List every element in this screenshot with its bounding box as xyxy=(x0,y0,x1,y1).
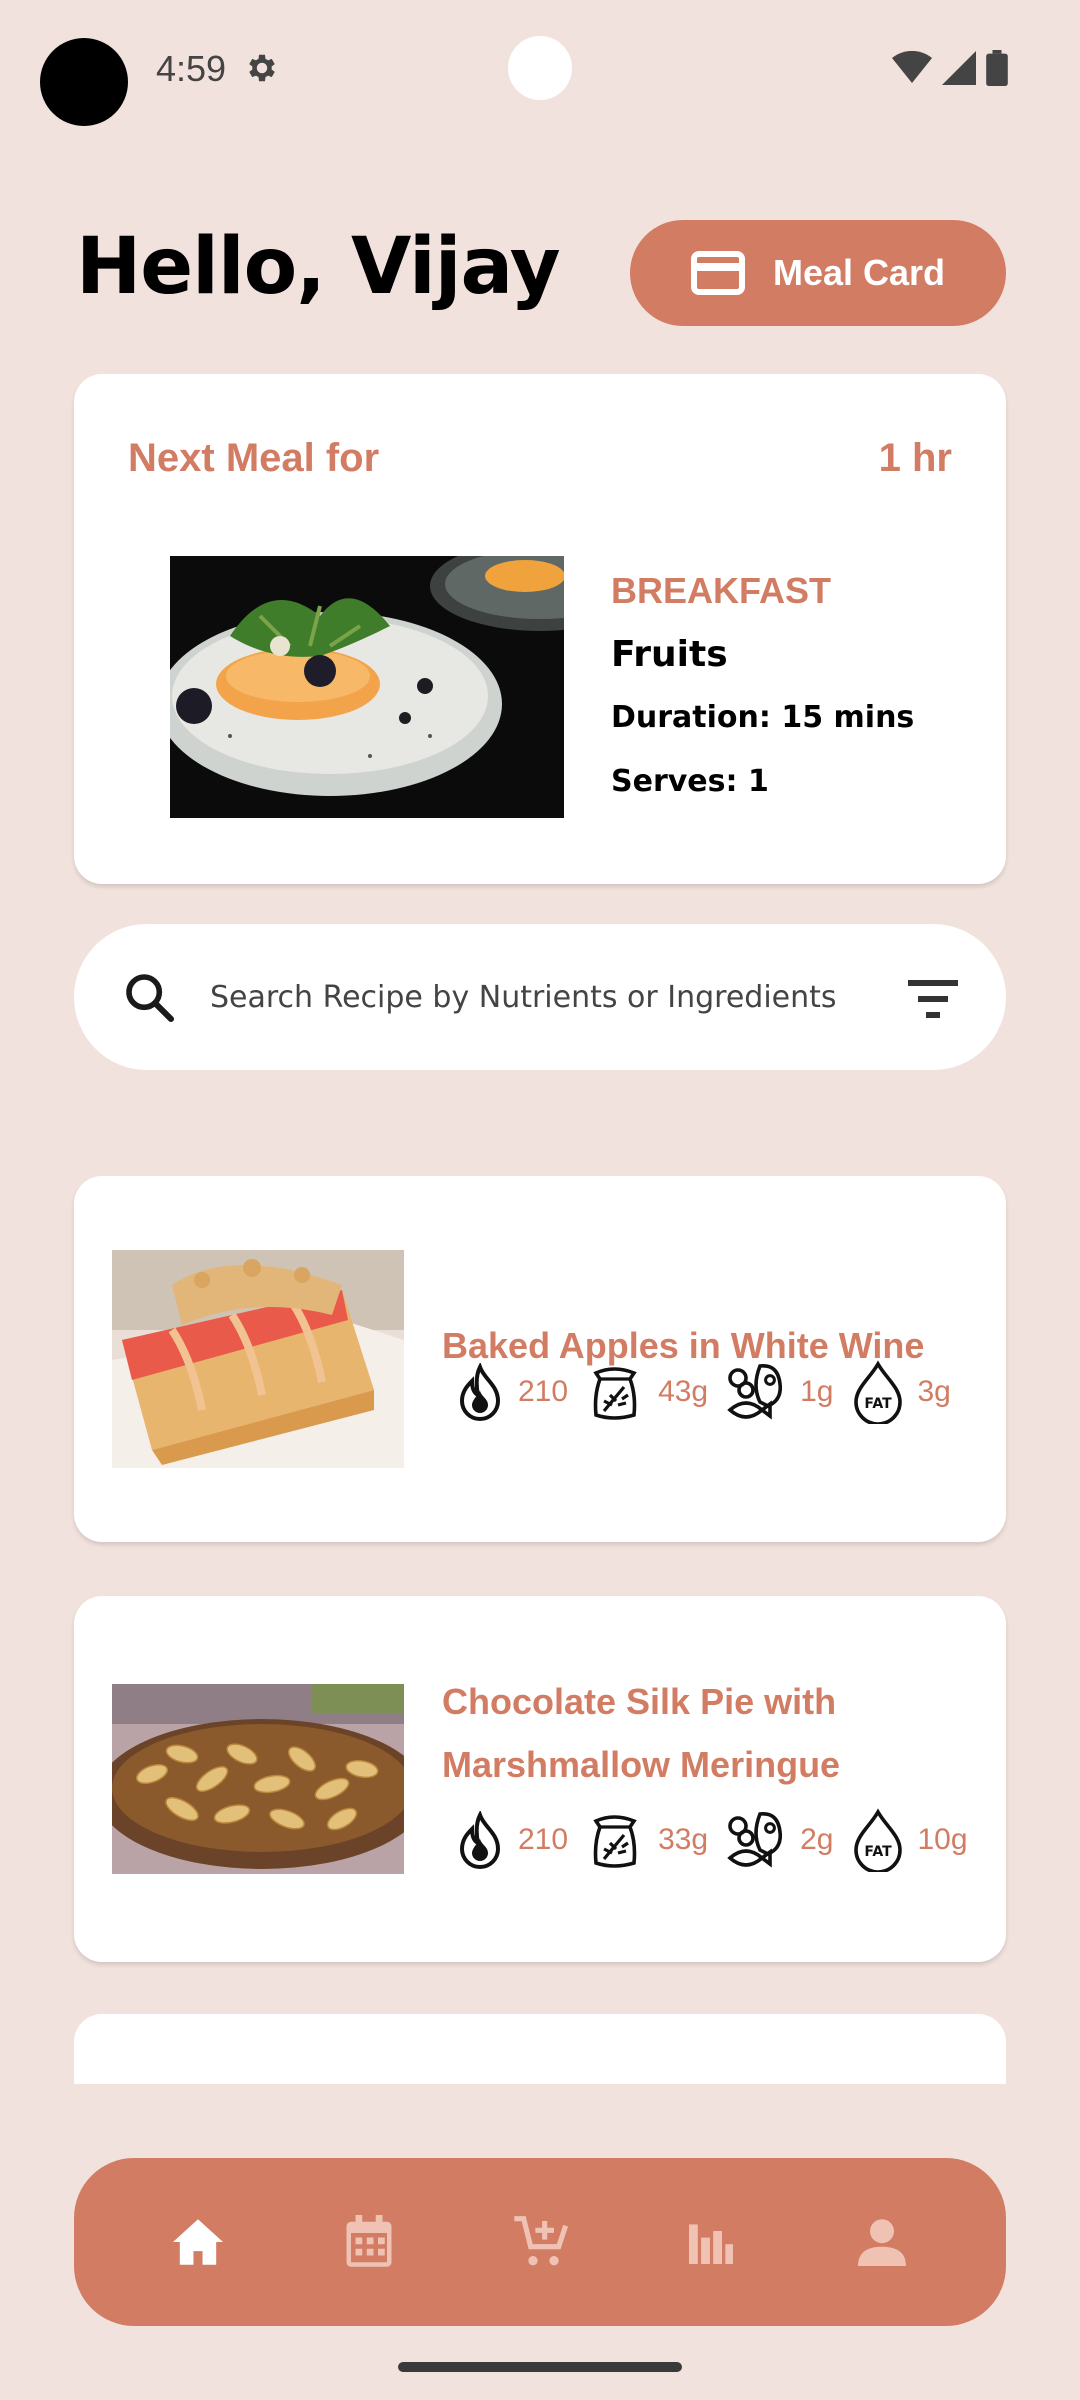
meal-card-label: Meal Card xyxy=(772,252,946,293)
meal-duration: Duration: 15 mins xyxy=(611,700,915,735)
profile-icon xyxy=(858,2219,907,2266)
recipe-photo xyxy=(112,1684,404,1874)
nav-home[interactable] xyxy=(168,2212,228,2272)
svg-text:FAT: FAT xyxy=(864,1396,892,1412)
recipe-image xyxy=(112,1250,404,1468)
carbs-grain-bag-icon xyxy=(593,1815,637,1868)
recipe-title: Chocolate Silk Pie with Marshmallow Meri… xyxy=(442,1681,841,1785)
protein-value: 1g xyxy=(800,1375,834,1408)
wifi-icon xyxy=(892,51,932,83)
meal-image xyxy=(170,556,564,818)
protein-value: 2g xyxy=(800,1823,834,1856)
settings-gear-icon xyxy=(249,54,275,82)
front-camera xyxy=(508,36,572,100)
next-meal-time: 1 hr xyxy=(878,436,952,480)
bottom-navigation xyxy=(74,2158,1006,2326)
protein-icon xyxy=(727,1812,783,1868)
svg-text:FAT: FAT xyxy=(864,1844,892,1860)
calories-flame-icon xyxy=(459,1811,501,1869)
battery-icon xyxy=(986,50,1008,86)
recipe-image xyxy=(112,1684,404,1874)
recipe-card[interactable]: Chocolate Silk Pie with Marshmallow Meri… xyxy=(74,1596,1006,1962)
camera-cutout xyxy=(40,38,128,126)
nav-cart[interactable] xyxy=(510,2212,570,2272)
home-icon xyxy=(172,2219,223,2265)
nutrient-row: 210 43g 1g FAT 3g xyxy=(454,1360,967,1424)
meal-serves: Serves: 1 xyxy=(611,764,769,799)
meal-type: BREAKFAST xyxy=(611,570,832,611)
nav-stats[interactable] xyxy=(681,2212,741,2272)
stats-icon xyxy=(689,2224,734,2264)
recipe-card[interactable]: Baked Apples in White Wine 210 43g 1g FA… xyxy=(74,1176,1006,1542)
cart-add-icon xyxy=(514,2216,568,2266)
status-time: 4:59 xyxy=(156,48,227,89)
fat-drop-icon: FAT xyxy=(853,1808,902,1872)
system-icons xyxy=(892,50,1008,86)
carbs-value: 33g xyxy=(658,1823,709,1856)
nav-profile[interactable] xyxy=(852,2212,912,2272)
greeting-title: Hello, Vijay xyxy=(76,222,561,312)
fat-value: 10g xyxy=(917,1823,968,1856)
carbs-grain-bag-icon xyxy=(593,1367,637,1420)
recipe-photo xyxy=(112,1250,404,1468)
search-input[interactable] xyxy=(210,964,890,1030)
nutrient-row: 210 33g 2g FAT 10g xyxy=(454,1808,984,1872)
credit-card-icon xyxy=(690,251,745,295)
filter-icon[interactable] xyxy=(906,974,960,1022)
fat-value: 3g xyxy=(917,1375,951,1408)
meal-photo xyxy=(170,556,564,818)
search-icon[interactable] xyxy=(122,970,178,1026)
search-bar[interactable] xyxy=(74,924,1006,1070)
calendar-icon xyxy=(346,2215,392,2267)
nav-calendar[interactable] xyxy=(339,2212,399,2272)
calories-value: 210 xyxy=(518,1823,569,1856)
protein-icon xyxy=(727,1364,783,1420)
calories-flame-icon xyxy=(459,1363,501,1421)
next-meal-card[interactable]: Next Meal for 1 hr BREAKFAST Fruits Dura… xyxy=(74,374,1006,884)
calories-value: 210 xyxy=(518,1375,569,1408)
next-meal-title: Next Meal for xyxy=(128,436,380,480)
gesture-home-bar[interactable] xyxy=(398,2362,682,2372)
meal-name: Fruits xyxy=(611,634,728,675)
carbs-value: 43g xyxy=(658,1375,709,1408)
signal-icon xyxy=(942,51,976,85)
meal-card-button[interactable]: Meal Card xyxy=(630,220,1006,326)
fat-drop-icon: FAT xyxy=(853,1360,902,1424)
status-bar: 4:59 xyxy=(0,0,1080,140)
